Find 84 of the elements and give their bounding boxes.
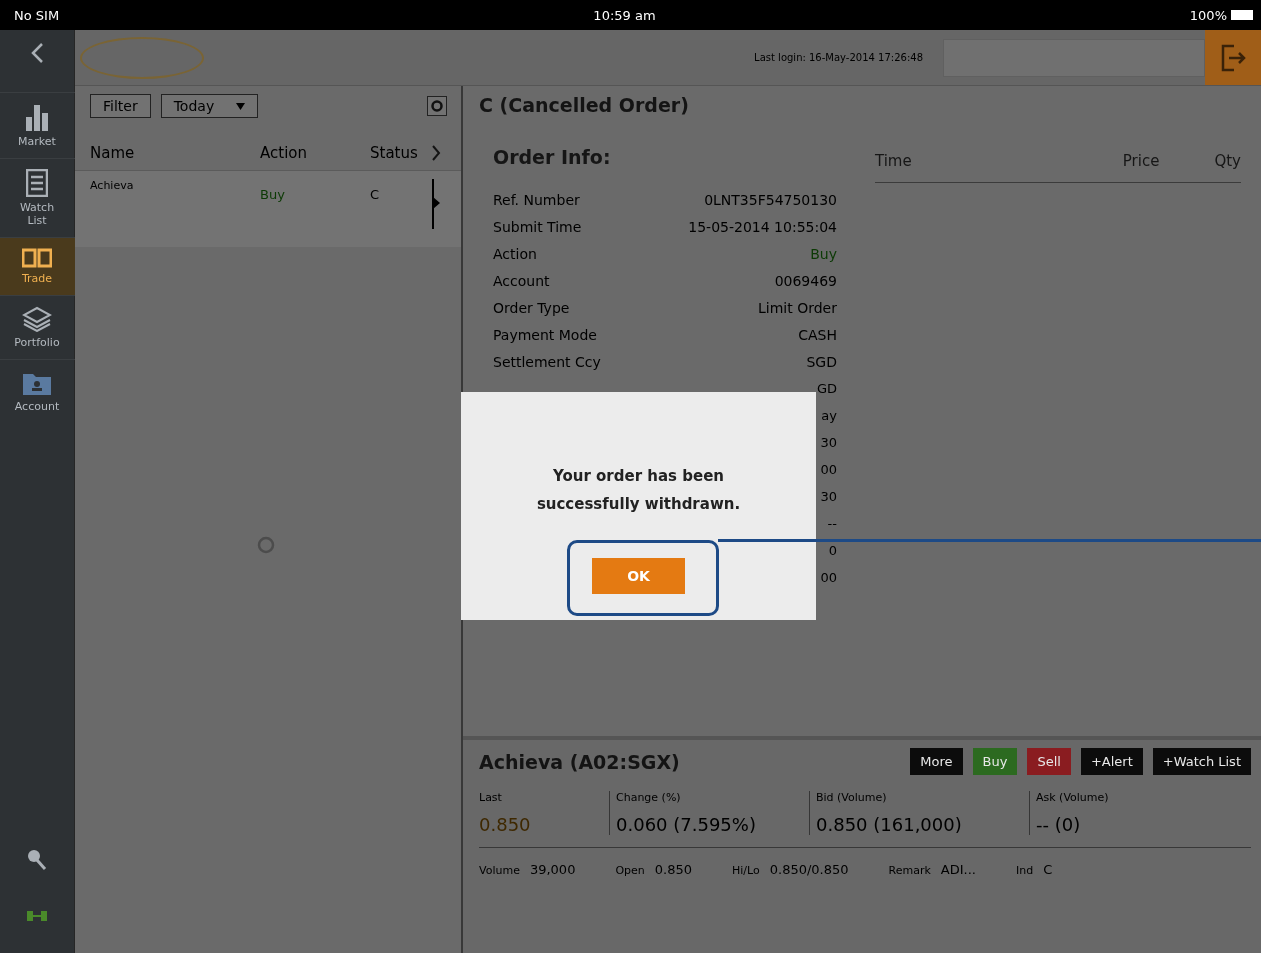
detail-label: Ind <box>1015 864 1034 877</box>
chevron-right-icon[interactable] <box>431 144 441 162</box>
bar-chart-icon <box>24 103 50 131</box>
field-label: Action <box>493 245 537 262</box>
detail-value: ADI... <box>940 862 976 877</box>
layers-icon <box>22 306 52 332</box>
quote-action-button[interactable]: More <box>910 748 963 775</box>
sidebar-item[interactable]: Portfolio <box>0 295 75 359</box>
detail-value: C <box>1043 862 1053 877</box>
column-header: Time <box>875 152 913 170</box>
logout-icon <box>1220 43 1246 72</box>
detail-value: 0.850 <box>654 862 693 877</box>
field-value: 00 <box>820 461 837 479</box>
refresh-button[interactable] <box>427 96 447 116</box>
column-header[interactable]: Status <box>370 144 431 162</box>
field-value: 0069469 <box>774 272 837 289</box>
quote-action-button[interactable]: Sell <box>1027 748 1071 775</box>
logout-button[interactable] <box>1205 30 1261 85</box>
field-value: 15-05-2014 10:55:04 <box>688 218 837 235</box>
field-value: GD <box>816 380 837 398</box>
field-value: 30 <box>820 434 837 452</box>
column-header: Price <box>1122 152 1160 170</box>
field-value: 0 <box>828 542 837 560</box>
quote-action-button[interactable]: +Alert <box>1080 748 1143 775</box>
battery-icon <box>1231 10 1253 20</box>
quote-action-button[interactable]: Buy <box>972 748 1018 775</box>
sidebar-item[interactable]: Market <box>0 92 75 158</box>
field-label: Ref. Number <box>493 191 580 208</box>
sidebar-item[interactable]: Trade <box>0 237 75 295</box>
field-value: 00 <box>820 569 837 587</box>
column-header[interactable]: Action <box>260 144 370 162</box>
stat-label: Change (%) <box>616 791 682 804</box>
period-dropdown[interactable]: Today <box>160 94 259 118</box>
field-value: 30 <box>820 488 837 506</box>
field-value: Limit Order <box>758 299 837 316</box>
stat-label: Ask (Volume) <box>1036 791 1110 804</box>
stat-value: -- (0) <box>1036 814 1082 835</box>
order-status-title: C (Cancelled Order) <box>478 93 690 118</box>
order-name: Achieva <box>90 179 135 194</box>
field-label: Settlement Ccy <box>493 353 601 370</box>
field-label: Order Type <box>493 299 570 316</box>
field-value: 0LNT35F54750130 <box>704 191 837 208</box>
detail-label: Volume <box>479 864 520 877</box>
stat-label: Last <box>479 791 503 804</box>
detail-value: 39,000 <box>529 862 576 877</box>
field-value: Buy <box>810 245 837 262</box>
filter-button[interactable]: Filter <box>90 94 151 118</box>
stat-value: 0.060 (7.595%) <box>616 814 757 835</box>
last-login-text: Last login: 16-May-2014 17:26:48 <box>754 52 923 63</box>
dialog-message: Your order has been successfully withdrawn. <box>535 466 742 515</box>
quote-action-button[interactable]: +Watch List <box>1152 748 1251 775</box>
section-title: Order Info: <box>493 146 612 168</box>
field-label: Payment Mode <box>493 326 597 343</box>
order-status: C <box>370 186 381 204</box>
detail-value: 0.850/0.850 <box>769 862 849 877</box>
caret-icon <box>236 102 246 110</box>
search-field[interactable] <box>943 38 1205 77</box>
column-header: Qty <box>1214 152 1241 170</box>
stat-value: 0.850 (161,000) <box>816 814 963 835</box>
trade-icon <box>22 248 52 268</box>
order-action: Buy <box>260 186 286 204</box>
spinner-icon <box>257 536 275 554</box>
field-value: -- <box>827 515 837 533</box>
back-icon[interactable] <box>30 42 44 64</box>
carrier-label: No SIM <box>14 7 60 23</box>
field-value: SGD <box>806 353 837 370</box>
field-value: ay <box>821 407 837 425</box>
stock-title: Achieva (A02:SGX) <box>479 750 680 773</box>
detail-label: Hi/Lo <box>732 864 760 877</box>
row-pointer-icon <box>431 179 441 229</box>
detail-label: Remark <box>888 864 931 877</box>
column-header[interactable]: Name <box>90 144 260 162</box>
connection-icon <box>26 909 48 923</box>
stat-label: Bid (Volume) <box>816 791 888 804</box>
clock-time: 10:59 am <box>593 7 656 23</box>
detail-label: Open <box>615 864 645 877</box>
sidebar-item[interactable]: Account <box>0 359 75 423</box>
list-icon <box>26 169 48 197</box>
field-label: Submit Time <box>493 218 582 235</box>
battery-percent: 100% <box>1189 7 1227 23</box>
field-label: Account <box>493 272 550 289</box>
order-row[interactable]: Achieva Buy C <box>75 171 461 247</box>
stat-value: 0.850 <box>479 814 532 835</box>
field-value: CASH <box>798 326 837 343</box>
